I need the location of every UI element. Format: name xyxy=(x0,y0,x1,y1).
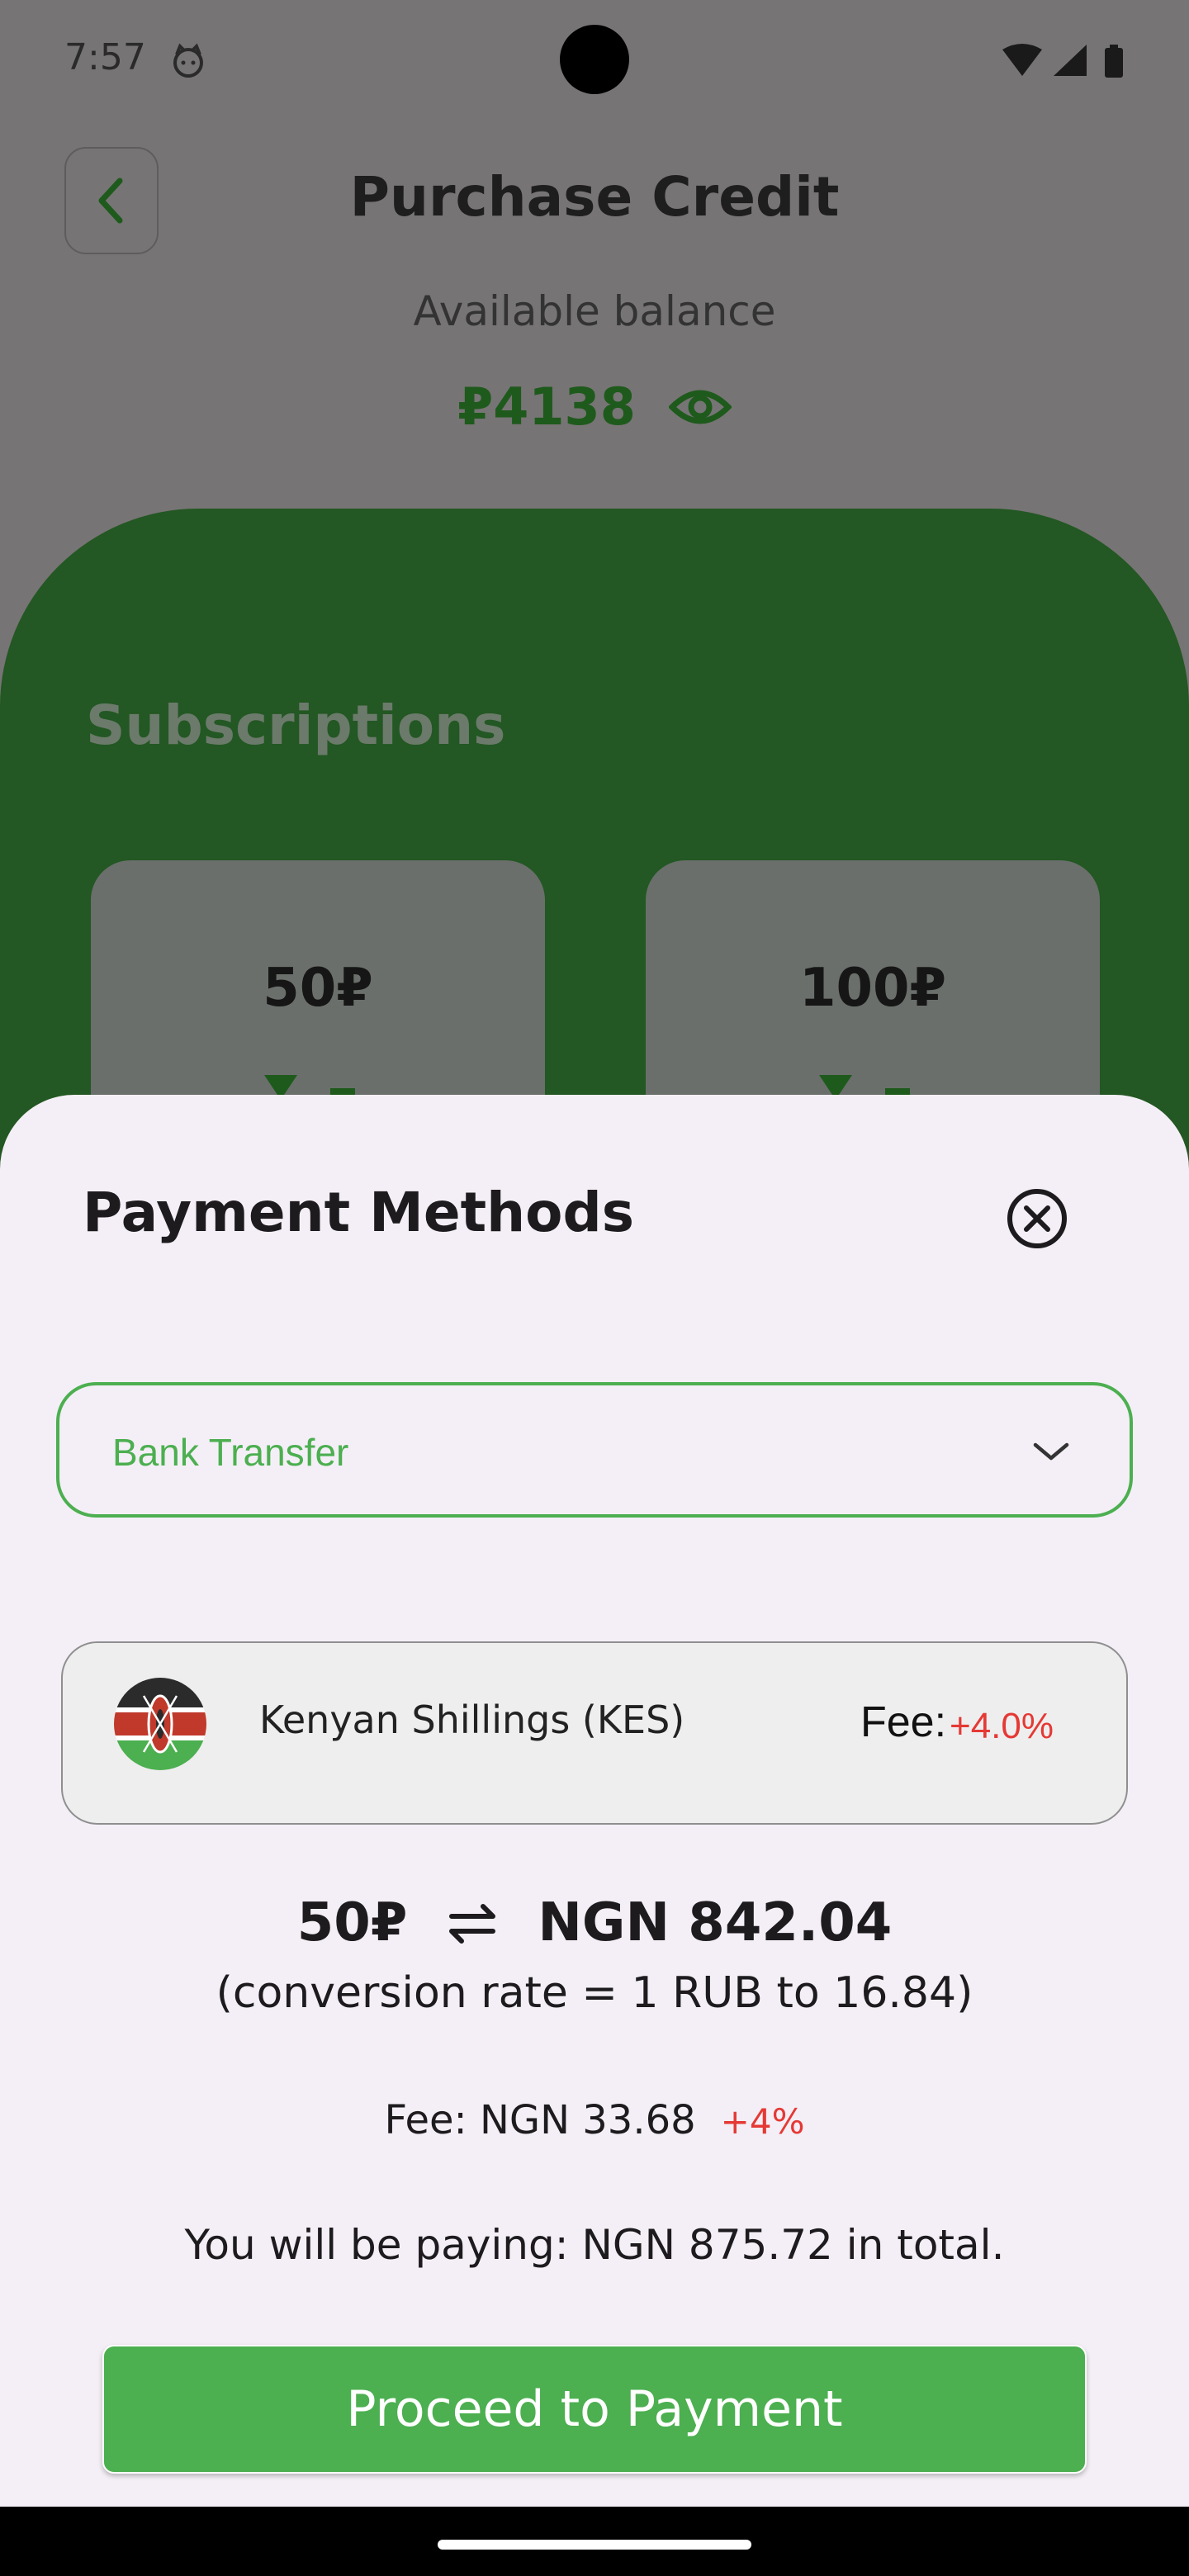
signal-icon xyxy=(1054,45,1087,76)
fee-row: Fee: NGN 33.68 +4% xyxy=(0,2097,1189,2143)
total-text: You will be paying: NGN 875.72 in total. xyxy=(184,2221,1005,2269)
fee-percent: +4.0% xyxy=(950,1706,1054,1746)
conversion-row: 50₽ NGN 842.04 xyxy=(0,1892,1189,1953)
proceed-to-payment-button[interactable]: Proceed to Payment xyxy=(102,2345,1087,2474)
status-bar: 7:57 xyxy=(0,0,1189,124)
currency-card[interactable]: Kenyan Shillings (KES) Fee: +4.0% xyxy=(61,1641,1128,1825)
currency-name: Kenyan Shillings (KES) xyxy=(259,1698,685,1742)
conversion-from: 50₽ xyxy=(296,1892,408,1953)
dropdown-selected-value: Bank Transfer xyxy=(112,1431,349,1474)
navigation-bar xyxy=(0,2507,1189,2576)
payment-methods-sheet: Payment Methods Bank Transfer Kenyan Shi… xyxy=(0,1095,1189,2507)
conversion-rate: (conversion rate = 1 RUB to 16.84) xyxy=(216,1968,973,2018)
chevron-down-icon xyxy=(1033,1442,1069,1461)
payment-method-dropdown[interactable]: Bank Transfer xyxy=(56,1382,1133,1518)
eye-icon[interactable] xyxy=(668,384,732,430)
battery-icon xyxy=(1105,48,1123,78)
fee-label: Fee: xyxy=(860,1698,947,1746)
sheet-title: Payment Methods xyxy=(83,1181,635,1244)
balance-value: ₽4138 xyxy=(457,376,636,437)
swap-arrows-icon xyxy=(449,1904,496,1944)
status-icons xyxy=(1002,44,1123,78)
notification-cat-icon xyxy=(173,43,203,78)
camera-cutout xyxy=(560,25,629,94)
page-title: Purchase Credit xyxy=(349,165,840,229)
fee-amount: Fee: NGN 33.68 xyxy=(384,2097,696,2143)
fee-row-percent: +4% xyxy=(720,2101,805,2142)
balance-row: ₽4138 xyxy=(0,376,1189,437)
kenya-flag-icon xyxy=(114,1678,206,1770)
home-gesture-handle[interactable] xyxy=(438,2540,751,2550)
close-circle-icon[interactable] xyxy=(1004,1186,1070,1252)
status-time: 7:57 xyxy=(64,36,146,78)
conversion-to: NGN 842.04 xyxy=(538,1892,893,1953)
subscription-price: 50₽ xyxy=(263,958,373,1019)
subscriptions-title: Subscriptions xyxy=(86,694,506,757)
balance-label: Available balance xyxy=(413,287,776,335)
subscription-price: 100₽ xyxy=(798,958,947,1019)
wifi-icon xyxy=(1002,44,1042,76)
